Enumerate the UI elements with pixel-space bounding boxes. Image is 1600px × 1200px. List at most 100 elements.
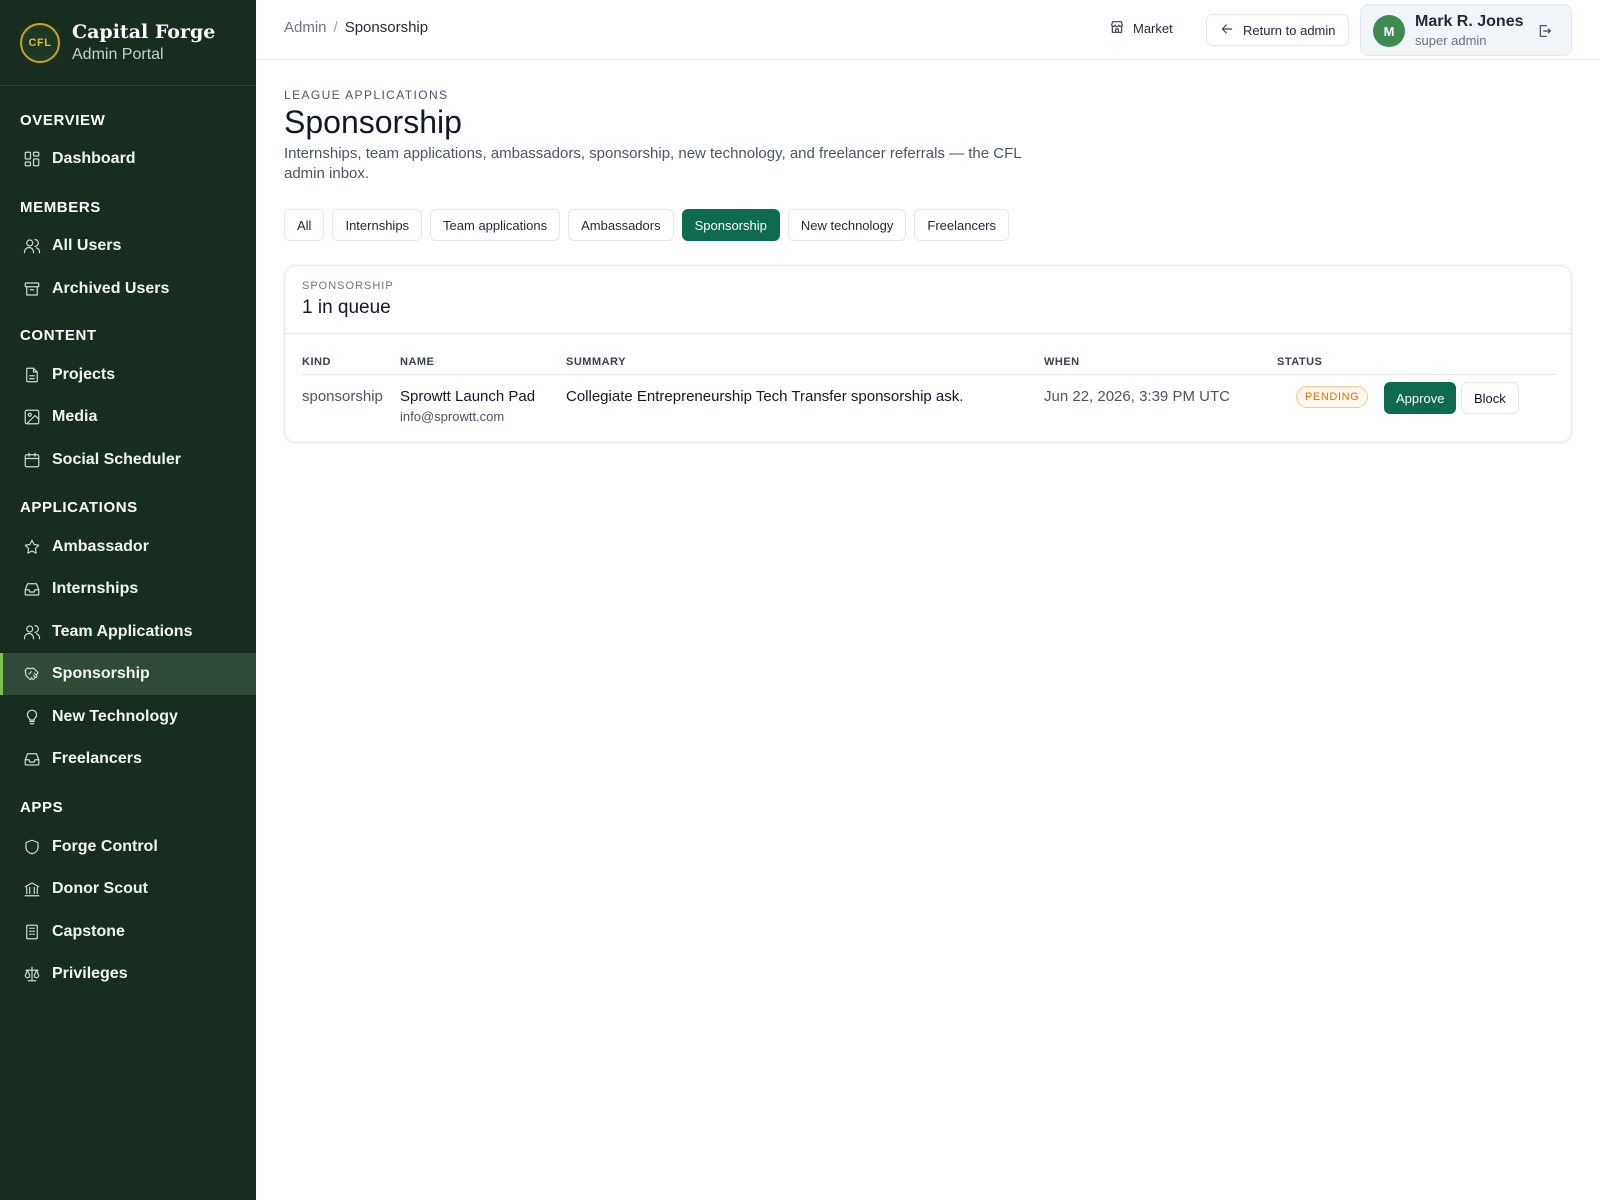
user-role: super admin — [1415, 33, 1487, 48]
sidebar-item-label: Projects — [52, 366, 116, 383]
tab-team-applications[interactable]: Team applications — [430, 209, 561, 241]
section-overview: OVERVIEW — [20, 112, 106, 129]
section-apps: APPS — [20, 799, 64, 816]
sidebar-item-label: Media — [52, 408, 98, 425]
queue-card: SPONSORSHIP 1 in queue KIND NAME SUMMARY… — [284, 265, 1572, 443]
sidebar-item-label: Internships — [52, 580, 139, 597]
user-menu[interactable]: M Mark R. Jones super admin — [1360, 4, 1572, 56]
tab-new-technology[interactable]: New technology — [787, 209, 907, 241]
sidebar-item-ambassador[interactable]: Ambassador — [0, 526, 256, 568]
page-eyebrow: LEAGUE APPLICATIONS — [284, 88, 449, 102]
arrow-left-icon — [1219, 21, 1235, 40]
sidebar-item-all-users[interactable]: All Users — [0, 225, 256, 267]
archive-icon — [23, 280, 41, 298]
page-title: Sponsorship — [284, 104, 462, 140]
sidebar-item-capstone[interactable]: Capstone — [0, 911, 256, 953]
cfl-logo: CFL — [20, 22, 60, 63]
table-header-divider — [302, 374, 1556, 375]
sidebar-item-label: All Users — [52, 237, 122, 254]
column-header-kind: KIND — [302, 356, 331, 368]
top-bar: Admin / Sponsorship Market Return to adm… — [256, 0, 1600, 60]
sidebar-item-label: Forge Control — [52, 838, 158, 855]
approve-button[interactable]: Approve — [1384, 382, 1457, 414]
sidebar-item-media[interactable]: Media — [0, 396, 256, 438]
breadcrumb-separator: / — [333, 19, 338, 36]
sidebar-item-new-technology[interactable]: New Technology — [0, 696, 256, 738]
tab-all[interactable]: All — [284, 209, 325, 241]
row-kind: sponsorship — [302, 388, 383, 405]
sidebar-item-label: Team Applications — [52, 623, 193, 640]
return-label: Return to admin — [1243, 22, 1336, 38]
column-header-name: NAME — [400, 356, 435, 368]
shield-icon — [23, 838, 41, 856]
users-icon — [23, 623, 41, 641]
sidebar-item-label: Freelancers — [52, 750, 142, 767]
scale-icon — [23, 965, 41, 983]
dashboard-icon — [23, 150, 41, 168]
image-icon — [23, 408, 41, 426]
market-link[interactable]: Market — [1109, 19, 1173, 38]
page-description: Internships, team applications, ambassad… — [284, 145, 1022, 182]
row-name: Sprowtt Launch Pad — [400, 388, 536, 405]
handshake-icon — [23, 665, 41, 683]
brand-subtitle: Admin Portal — [72, 45, 164, 63]
queue-count: 1 in queue — [302, 297, 391, 318]
brand-title: Capital Forge — [72, 20, 216, 43]
building-icon — [23, 923, 41, 941]
store-icon — [1109, 19, 1125, 38]
star-icon — [23, 538, 41, 556]
breadcrumb-current: Sponsorship — [344, 19, 429, 36]
sidebar-item-label: Ambassador — [52, 538, 149, 555]
queue-eyebrow: SPONSORSHIP — [302, 280, 394, 292]
file-icon — [23, 366, 41, 384]
row-when: Jun 22, 2026, 3:39 PM UTC — [1044, 388, 1230, 405]
sidebar-item-team-applications[interactable]: Team Applications — [0, 611, 256, 653]
sidebar-item-label: Sponsorship — [52, 665, 150, 682]
filter-tabs: All Internships Team applications Ambass… — [284, 209, 1010, 241]
breadcrumb-admin[interactable]: Admin — [284, 19, 327, 36]
sidebar-item-label: Donor Scout — [52, 880, 148, 897]
sidebar-item-privileges[interactable]: Privileges — [0, 953, 256, 995]
sidebar-item-label: Dashboard — [52, 150, 136, 167]
sidebar-item-donor-scout[interactable]: Donor Scout — [0, 868, 256, 910]
block-button[interactable]: Block — [1461, 382, 1519, 414]
sidebar-item-sponsorship[interactable]: Sponsorship — [0, 653, 256, 695]
breadcrumb: Admin / Sponsorship — [284, 19, 428, 36]
sidebar-item-label: Capstone — [52, 923, 125, 940]
logout-icon[interactable] — [1537, 23, 1553, 44]
status-badge: PENDING — [1296, 386, 1369, 408]
sidebar-item-internships[interactable]: Internships — [0, 568, 256, 610]
column-header-summary: SUMMARY — [566, 356, 626, 368]
sidebar-item-label: Social Scheduler — [52, 451, 181, 468]
sidebar-item-label: Archived Users — [52, 280, 170, 297]
sidebar-item-archived-users[interactable]: Archived Users — [0, 268, 256, 310]
divider — [285, 333, 1571, 334]
inbox-icon — [23, 580, 41, 598]
sidebar-item-label: Privileges — [52, 965, 128, 982]
inbox-icon — [23, 750, 41, 768]
sidebar: CFL Capital Forge Admin Portal OVERVIEW … — [0, 0, 256, 1200]
tab-ambassadors[interactable]: Ambassadors — [568, 209, 674, 241]
sidebar-item-freelancers[interactable]: Freelancers — [0, 738, 256, 780]
brand[interactable]: CFL Capital Forge Admin Portal — [0, 0, 256, 86]
return-to-admin-button[interactable]: Return to admin — [1206, 14, 1349, 46]
users-icon — [23, 237, 41, 255]
lightbulb-icon — [23, 708, 41, 726]
avatar: M — [1373, 15, 1405, 47]
market-label: Market — [1133, 21, 1173, 36]
tab-sponsorship[interactable]: Sponsorship — [681, 209, 780, 241]
sidebar-item-forge-control[interactable]: Forge Control — [0, 826, 256, 868]
user-name: Mark R. Jones — [1415, 13, 1524, 30]
section-content: CONTENT — [20, 327, 97, 344]
bank-icon — [23, 880, 41, 898]
tab-freelancers[interactable]: Freelancers — [914, 209, 1010, 241]
row-email[interactable]: info@sprowtt.com — [400, 409, 504, 424]
sidebar-item-dashboard[interactable]: Dashboard — [0, 138, 256, 180]
sidebar-item-label: New Technology — [52, 708, 178, 725]
sidebar-item-social-scheduler[interactable]: Social Scheduler — [0, 439, 256, 481]
calendar-icon — [23, 451, 41, 469]
tab-internships[interactable]: Internships — [332, 209, 423, 241]
sidebar-item-projects[interactable]: Projects — [0, 354, 256, 396]
column-header-status: STATUS — [1277, 356, 1323, 368]
row-summary: Collegiate Entrepreneurship Tech Transfe… — [566, 388, 964, 405]
